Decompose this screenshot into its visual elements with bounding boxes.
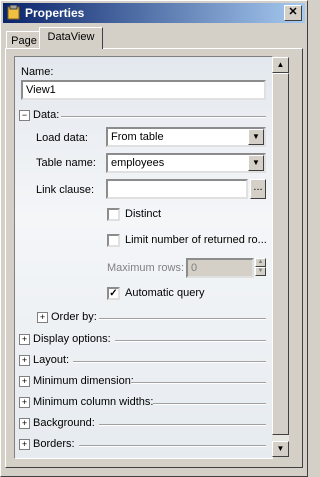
chevron-down-icon[interactable]: ▼ <box>248 129 264 145</box>
limit-rows-checkbox[interactable] <box>107 234 120 247</box>
minimum-dimension-header[interactable]: + Minimum dimension: <box>19 375 134 389</box>
order-by-header[interactable]: + Order by: <box>37 311 97 325</box>
scrollbar-thumb[interactable] <box>272 73 289 435</box>
data-section-label: Data: <box>33 109 60 121</box>
link-clause-browse-button[interactable]: ... <box>250 179 266 199</box>
scroll-down-icon[interactable]: ▼ <box>272 441 289 457</box>
expand-icon[interactable]: + <box>19 417 30 429</box>
layout-header[interactable]: + Layout: <box>19 354 69 368</box>
close-button[interactable]: ✕ <box>284 5 302 21</box>
table-name-dropdown[interactable]: employees ▼ <box>106 153 266 173</box>
section-divider <box>153 403 266 405</box>
section-divider <box>115 340 266 342</box>
order-by-divider <box>99 318 266 320</box>
table-name-label: Table name: <box>36 157 96 169</box>
section-divider <box>131 382 266 384</box>
load-data-dropdown[interactable]: From table ▼ <box>106 127 266 147</box>
collapse-icon[interactable]: − <box>19 109 30 121</box>
window-title: Properties <box>25 6 85 20</box>
properties-icon <box>7 5 20 20</box>
expand-icon[interactable]: + <box>19 438 30 450</box>
chevron-down-icon[interactable]: ▼ <box>248 155 264 171</box>
expand-icon[interactable]: + <box>19 375 30 387</box>
section-label: Minimum dimension: <box>33 375 134 387</box>
expand-icon[interactable]: + <box>37 311 48 323</box>
section-divider <box>73 361 266 363</box>
properties-content: Name: View1 − Data: Load data: From table… <box>14 56 273 459</box>
link-clause-label: Link clause: <box>36 184 95 196</box>
section-label: Borders: <box>33 438 75 450</box>
spin-down-icon[interactable]: ▼ <box>255 267 266 276</box>
limit-rows-label[interactable]: Limit number of returned ro... <box>125 234 267 246</box>
name-input[interactable]: View1 <box>21 80 266 100</box>
display-options-header[interactable]: + Display options: <box>19 333 111 347</box>
section-label: Display options: <box>33 333 111 345</box>
section-label: Layout: <box>33 354 70 366</box>
minimum-column-widths-header[interactable]: + Minimum column widths: <box>19 396 153 410</box>
table-name-value: employees <box>111 157 165 169</box>
background-header[interactable]: + Background: <box>19 417 95 431</box>
vertical-scrollbar[interactable]: ▲ ▼ <box>272 57 289 457</box>
borders-header[interactable]: + Borders: <box>19 438 75 452</box>
section-label: Background: <box>33 417 95 429</box>
data-section-divider <box>61 116 266 118</box>
expand-icon[interactable]: + <box>19 333 30 345</box>
name-label: Name: <box>21 66 54 78</box>
distinct-label[interactable]: Distinct <box>125 208 161 220</box>
max-rows-label: Maximum rows: <box>107 262 185 274</box>
order-by-label: Order by: <box>51 311 97 323</box>
distinct-checkbox[interactable] <box>107 208 120 221</box>
section-divider <box>79 445 266 447</box>
scroll-up-icon[interactable]: ▲ <box>272 57 289 73</box>
section-label: Minimum column widths: <box>33 396 154 408</box>
load-data-value: From table <box>111 131 164 143</box>
section-divider <box>99 424 266 426</box>
tab-page[interactable]: Page <box>6 31 42 49</box>
spin-up-icon[interactable]: ▲ <box>255 258 266 267</box>
max-rows-spinner[interactable]: ▲ ▼ <box>255 258 266 276</box>
automatic-query-label[interactable]: Automatic query <box>125 287 204 299</box>
title-bar[interactable]: Properties ✕ <box>3 3 305 23</box>
expand-icon[interactable]: + <box>19 396 30 408</box>
automatic-query-checkbox[interactable]: ✓ <box>107 287 120 300</box>
tab-dataview[interactable]: DataView <box>39 27 103 49</box>
expand-icon[interactable]: + <box>19 354 30 366</box>
load-data-label: Load data: <box>36 132 88 144</box>
data-section-header[interactable]: − Data: <box>19 109 59 123</box>
max-rows-input[interactable]: 0 <box>186 258 254 278</box>
link-clause-input[interactable] <box>106 179 248 199</box>
